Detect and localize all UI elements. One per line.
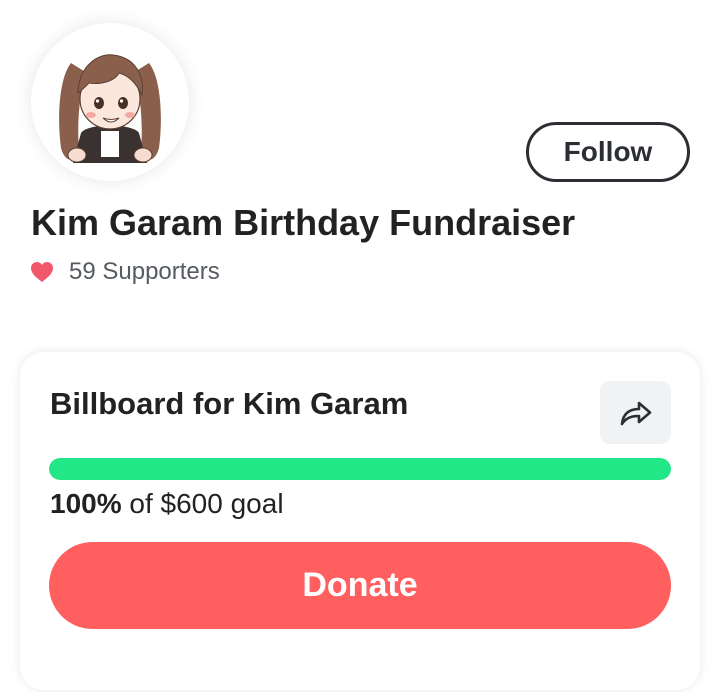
- share-arrow-icon: [620, 401, 651, 425]
- share-button[interactable]: [600, 381, 671, 444]
- goal-progress-text: 100% of $600 goal: [50, 486, 284, 522]
- campaign-title: Billboard for Kim Garam: [50, 386, 409, 421]
- campaign-card: Billboard for Kim Garam 100% of $600 goa…: [20, 352, 700, 690]
- progress-percent: 100%: [50, 488, 122, 519]
- goal-amount: of $600 goal: [129, 488, 284, 519]
- supporters-count: 59 Supporters: [30, 256, 220, 288]
- heart-icon: [31, 262, 53, 282]
- page-title: Kim Garam Birthday Fundraiser: [31, 202, 576, 243]
- fundraiser-page: Follow Kim Garam Birthday Fundraiser 59 …: [0, 0, 720, 692]
- donate-button[interactable]: Donate: [49, 542, 671, 629]
- avatar: [31, 23, 189, 181]
- chibi-character-avatar-icon: [59, 54, 161, 163]
- progress-bar: [49, 458, 671, 480]
- supporters-label: 59 Supporters: [69, 258, 220, 285]
- progress-bar-fill: [49, 458, 671, 480]
- follow-button[interactable]: Follow: [526, 122, 690, 182]
